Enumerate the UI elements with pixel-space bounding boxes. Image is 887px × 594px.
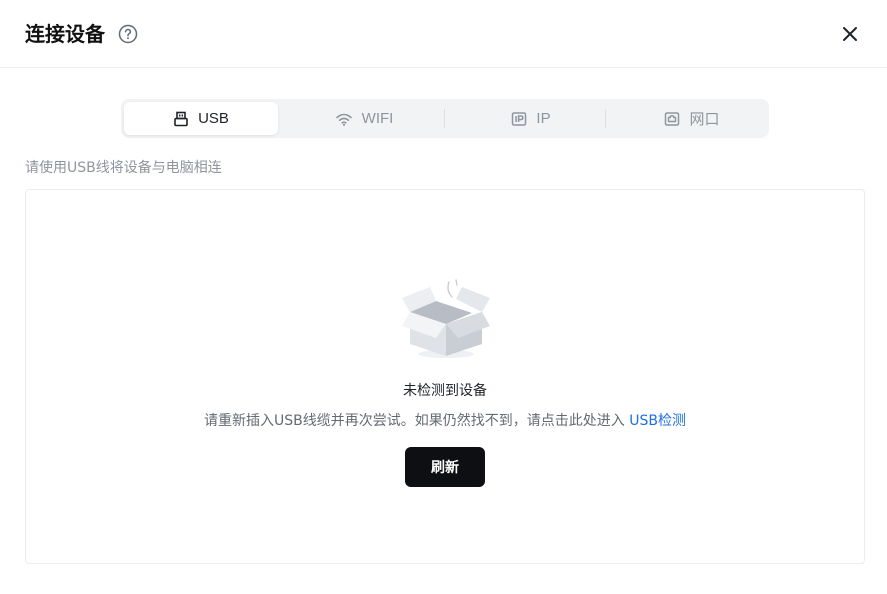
refresh-button[interactable]: 刷新: [405, 447, 485, 487]
tab-wifi-label: WIFI: [361, 110, 394, 127]
connection-hint: 请使用USB线将设备与电脑相连: [25, 160, 222, 176]
tab-divider: [444, 109, 445, 128]
dialog-header: 连接设备: [0, 0, 887, 68]
ethernet-port-icon: [665, 111, 680, 126]
tab-ethernet[interactable]: 网口: [615, 102, 769, 135]
tab-usb[interactable]: USB: [124, 102, 278, 135]
empty-state-description-text: 请重新插入USB线缆并再次尝试。如果仍然找不到，请点击此处进入: [204, 413, 625, 429]
tab-ip-label: IP: [536, 110, 551, 127]
device-list-panel: 未检测到设备 请重新插入USB线缆并再次尝试。如果仍然找不到，请点击此处进入 U…: [25, 189, 865, 564]
tab-usb-label: USB: [198, 110, 229, 127]
close-icon[interactable]: [839, 23, 861, 45]
empty-state-description: 请重新插入USB线缆并再次尝试。如果仍然找不到，请点击此处进入 USB检测: [26, 411, 864, 431]
connect-device-dialog: 连接设备 USB WIFI IP 网口 请使用USB线将设备与电脑相连 未检测到…: [0, 0, 887, 594]
dialog-title: 连接设备: [25, 22, 105, 46]
empty-state-title: 未检测到设备: [403, 383, 487, 399]
connection-type-tabs: USB WIFI IP 网口: [121, 99, 769, 138]
question-circle-icon[interactable]: [118, 24, 138, 44]
tab-ethernet-label: 网口: [689, 111, 720, 128]
empty-box-icon: [400, 278, 492, 360]
tab-wifi[interactable]: WIFI: [287, 102, 441, 135]
tab-divider: [605, 109, 606, 128]
wifi-icon: [335, 113, 352, 126]
usb-icon: [174, 111, 188, 126]
ip-icon: [512, 111, 527, 126]
usb-check-link[interactable]: USB检测: [629, 413, 686, 429]
tab-ip[interactable]: IP: [454, 102, 608, 135]
